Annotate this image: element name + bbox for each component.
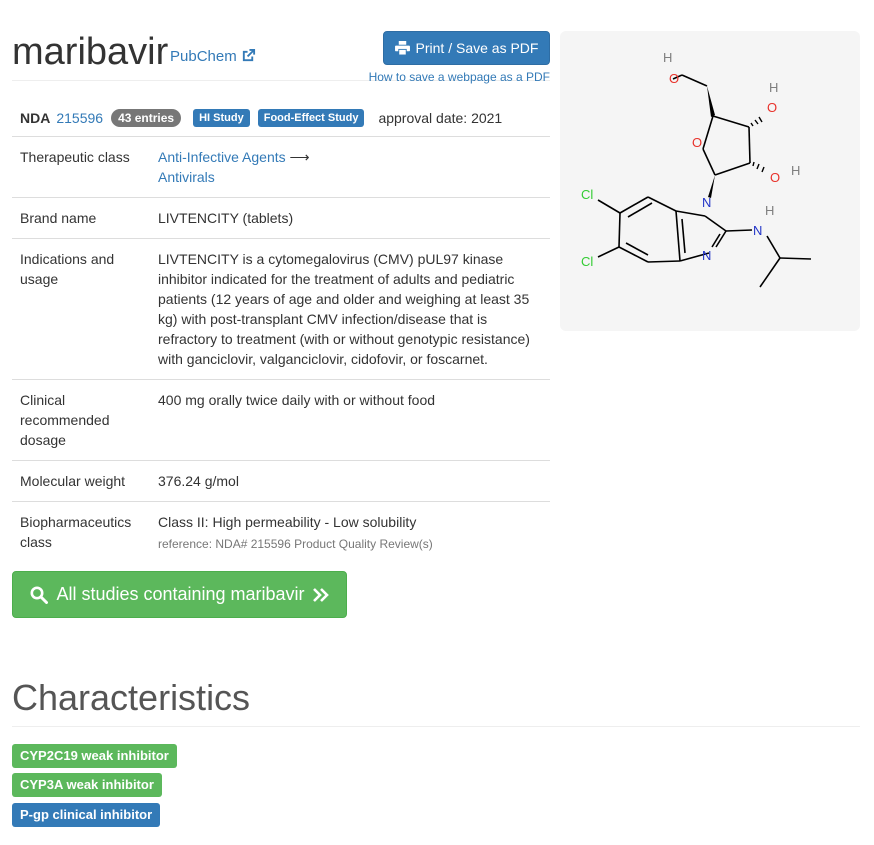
table-row: Indications and usage LIVTENCITY is a cy… [12, 238, 550, 380]
anti-infective-agents-link[interactable]: Anti-Infective Agents [158, 149, 286, 165]
indications-label: Indications and usage [12, 238, 150, 380]
table-row: Biopharmaceutics class Class II: High pe… [12, 502, 550, 565]
molecule-structure-image: H O H O O O H N N H N Cl Cl [581, 50, 812, 288]
atom-cl-2: Cl [581, 254, 593, 269]
brand-name-label: Brand name [12, 197, 150, 239]
bcs-class-text: Class II: High permeability - Low solubi… [158, 514, 417, 530]
therapeutic-class-label: Therapeutic class [12, 137, 150, 198]
antivirals-link[interactable]: Antivirals [158, 169, 215, 185]
all-studies-button[interactable]: All studies containing maribavir [12, 571, 347, 618]
external-link-icon [242, 48, 255, 62]
molecular-weight-value: 376.24 g/mol [150, 460, 550, 502]
printer-icon [394, 41, 410, 55]
print-save-pdf-button[interactable]: Print / Save as PDF [383, 31, 550, 65]
brand-name-value: LIVTENCITY (tablets) [150, 197, 550, 239]
molecular-weight-label: Molecular weight [12, 460, 150, 502]
drug-info-table: Therapeutic class Anti-Infective Agents … [12, 137, 550, 564]
nda-row: NDA 215596 43 entries HI Study Food-Effe… [12, 100, 550, 137]
food-effect-study-label: Food-Effect Study [257, 109, 365, 127]
therapeutic-class-value: Anti-Infective Agents ⟶ Antivirals [150, 137, 550, 198]
table-row: Molecular weight 376.24 g/mol [12, 460, 550, 502]
cyp3a-tag: CYP3A weak inhibitor [12, 773, 162, 797]
nda-label: NDA [20, 110, 51, 126]
atom-cl-1: Cl [581, 187, 593, 202]
characteristics-heading: Characteristics [12, 677, 251, 718]
atom-h-4: H [765, 203, 774, 218]
search-icon [30, 586, 49, 604]
atom-n-3: N [753, 223, 762, 238]
approval-date: approval date: 2021 [378, 110, 503, 126]
characteristics-divider [12, 726, 860, 727]
pdf-help-link[interactable]: How to save a webpage as a PDF [369, 70, 550, 84]
nda-number-link[interactable]: 215596 [56, 110, 103, 126]
atom-o-1: O [669, 71, 679, 86]
cyp2c19-tag: CYP2C19 weak inhibitor [12, 744, 177, 768]
dosage-label: Clinical recommended dosage [12, 379, 150, 461]
indications-value: LIVTENCITY is a cytomegalovirus (CMV) pU… [150, 238, 550, 380]
all-studies-label: All studies containing maribavir [56, 584, 305, 604]
dosage-value: 400 mg orally twice daily with or withou… [150, 379, 550, 461]
bcs-reference: reference: NDA# 215596 Product Quality R… [158, 537, 433, 551]
atom-h-1: H [663, 50, 672, 65]
entries-badge: 43 entries [111, 109, 182, 127]
table-row: Clinical recommended dosage 400 mg orall… [12, 379, 550, 461]
print-save-pdf-label: Print / Save as PDF [415, 40, 539, 56]
table-row: Brand name LIVTENCITY (tablets) [12, 197, 550, 239]
atom-o-3: O [692, 135, 702, 150]
pgp-tag: P-gp clinical inhibitor [12, 803, 161, 827]
atom-n-2: N [702, 248, 711, 263]
bcs-value: Class II: High permeability - Low solubi… [150, 502, 550, 565]
atom-o-2: O [767, 100, 777, 115]
atom-n-1: N [702, 195, 711, 210]
double-chevron-right-icon [312, 587, 329, 602]
arrow-right-icon: ⟶ [289, 149, 310, 165]
atom-h-3: H [791, 163, 800, 178]
bcs-label: Biopharmaceutics class [20, 514, 132, 550]
atom-o-4: O [770, 170, 780, 185]
table-row: Therapeutic class Anti-Infective Agents … [12, 137, 550, 198]
hi-study-label: HI Study [193, 109, 250, 127]
pubchem-label: PubChem [170, 48, 237, 65]
atom-h-2: H [769, 80, 778, 95]
pubchem-link[interactable]: PubChem [170, 48, 256, 65]
molecule-structure-panel: H O H O O O H N N H N Cl Cl [560, 31, 860, 331]
drug-name-title: maribavir [12, 31, 169, 73]
